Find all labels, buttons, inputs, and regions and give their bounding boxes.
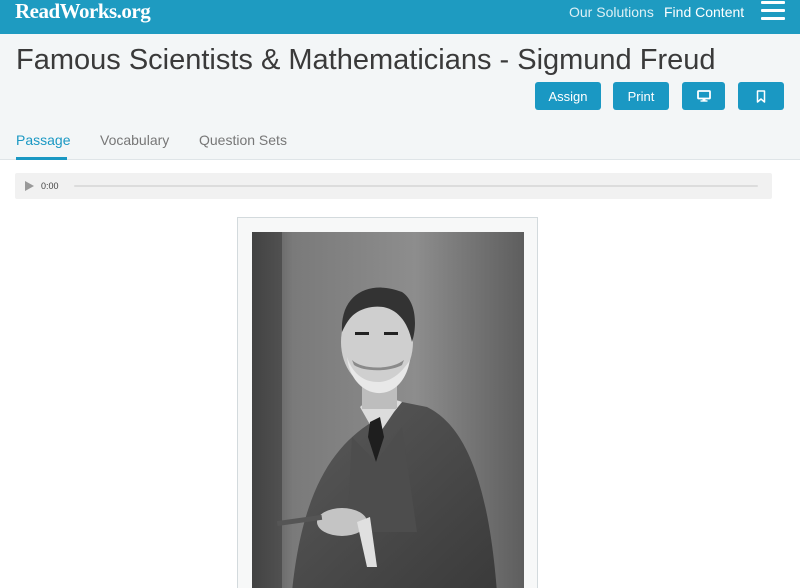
active-tab-indicator (16, 157, 67, 160)
audio-player: 0:00 (15, 173, 772, 199)
print-button[interactable]: Print (613, 82, 669, 110)
audio-progress-track[interactable] (74, 185, 758, 187)
nav-link-find-content[interactable]: Find Content (664, 3, 744, 21)
hamburger-menu-icon[interactable] (761, 0, 785, 21)
page-title: Famous Scientists & Mathematicians - Sig… (16, 44, 716, 76)
passage-image-frame (237, 217, 538, 588)
portrait-photo (252, 232, 524, 588)
monitor-icon (696, 90, 711, 102)
audio-time: 0:00 (41, 181, 59, 191)
bookmark-button[interactable] (738, 82, 784, 110)
nav-link-our-solutions[interactable]: Our Solutions (569, 3, 654, 21)
readworks-logo[interactable]: ReadWorks.org (15, 0, 151, 23)
present-button[interactable] (682, 82, 725, 110)
top-navigation-bar: ReadWorks.org Our Solutions Find Content (0, 0, 800, 34)
assign-button[interactable]: Assign (535, 82, 601, 110)
tab-passage[interactable]: Passage (16, 132, 70, 148)
tab-vocabulary[interactable]: Vocabulary (100, 132, 169, 148)
bookmark-icon (756, 89, 766, 103)
play-icon[interactable] (25, 181, 34, 191)
passage-header: Famous Scientists & Mathematicians - Sig… (0, 34, 800, 160)
tab-question-sets[interactable]: Question Sets (199, 132, 287, 148)
